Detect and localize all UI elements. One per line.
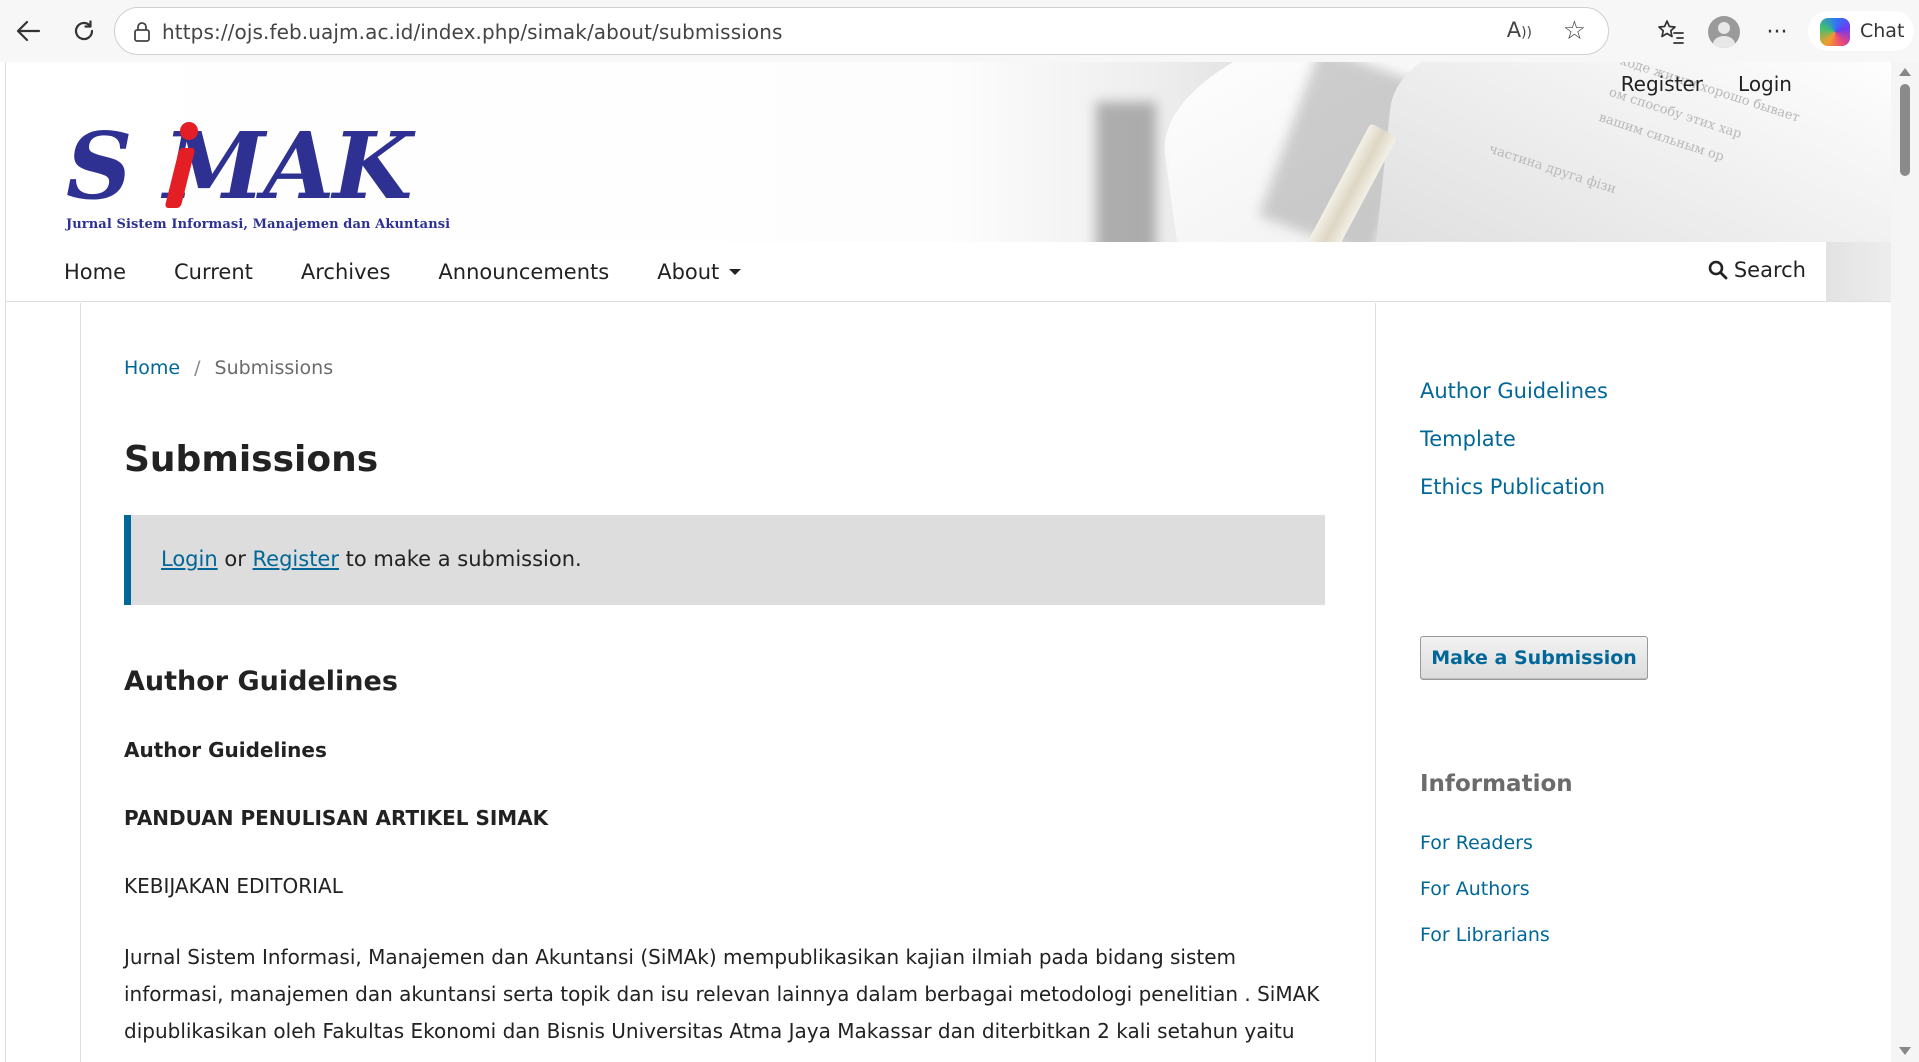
primary-nav: Home Current Archives Announcements Abou… <box>64 242 1826 301</box>
writing-guide-heading: PANDUAN PENULISAN ARTIKEL SIMAK <box>124 806 549 830</box>
page-title: Submissions <box>124 439 379 480</box>
lock-icon[interactable] <box>133 22 151 46</box>
notice-rest: to make a submission. <box>345 547 582 571</box>
register-link[interactable]: Register <box>1621 72 1703 96</box>
web-page: ходе жизни хорошо бывает ом способу этих… <box>5 62 1891 1062</box>
information-heading: Information <box>1420 771 1573 797</box>
scrollbar-thumb[interactable] <box>1900 84 1910 176</box>
profile-avatar-icon[interactable] <box>1707 15 1741 49</box>
copilot-chat-button[interactable]: Chat <box>1808 11 1914 51</box>
breadcrumb-current: Submissions <box>214 357 334 379</box>
favorite-star-icon[interactable]: ☆ <box>1563 16 1586 46</box>
breadcrumb: Home / Submissions <box>124 357 333 379</box>
logo-i-dot <box>180 122 198 140</box>
logo-tagline: Jurnal Sistem Informasi, Manajemen dan A… <box>66 217 451 232</box>
sidebar-link-template[interactable]: Template <box>1420 427 1516 451</box>
browser-toolbar: https://ojs.feb.uajm.ac.id/index.php/sim… <box>0 0 1919 62</box>
notice-register-link[interactable]: Register <box>253 547 339 571</box>
nav-current[interactable]: Current <box>174 260 253 284</box>
notice-or: or <box>224 547 246 571</box>
search-label: Search <box>1733 258 1806 282</box>
reload-icon[interactable] <box>66 13 102 49</box>
chat-label: Chat <box>1860 20 1905 42</box>
nav-home[interactable]: Home <box>64 260 126 284</box>
main-content: Home / Submissions Submissions Login or … <box>80 303 1376 1062</box>
search-link[interactable]: Search <box>1708 258 1806 282</box>
sidebar-link-ethics-publication[interactable]: Ethics Publication <box>1420 475 1605 499</box>
caret-down-icon <box>729 269 742 275</box>
nav-announcements[interactable]: Announcements <box>438 260 609 284</box>
author-guidelines-heading: Author Guidelines <box>124 666 398 697</box>
editorial-policy-paragraph: Jurnal Sistem Informasi, Manajemen dan A… <box>124 945 1320 1043</box>
info-link-readers[interactable]: For Readers <box>1420 832 1533 854</box>
breadcrumb-home[interactable]: Home <box>124 357 180 379</box>
back-arrow-icon[interactable] <box>10 13 46 49</box>
nav-about[interactable]: About <box>657 260 742 284</box>
login-link[interactable]: Login <box>1738 72 1792 96</box>
notice-text: Login or Register to make a submission. <box>161 547 582 571</box>
copilot-icon <box>1820 18 1850 46</box>
nav-archives[interactable]: Archives <box>301 260 391 284</box>
favorites-icon[interactable] <box>1654 15 1688 49</box>
logo-wordmark: SiMAK <box>66 112 413 220</box>
author-guidelines-subheading: Author Guidelines <box>124 738 327 762</box>
info-link-librarians[interactable]: For Librarians <box>1420 924 1550 946</box>
scroll-down-arrow-icon[interactable] <box>1899 1047 1911 1055</box>
editorial-policy-heading: KEBIJAKAN EDITORIAL <box>124 874 343 898</box>
more-options-icon[interactable]: ··· <box>1760 15 1794 49</box>
submission-notice: Login or Register to make a submission. <box>124 515 1325 605</box>
site-logo[interactable]: SiMAK Jurnal Sistem Informasi, Manajemen… <box>64 112 454 232</box>
user-nav: Register Login <box>1621 72 1792 96</box>
sidebar: Author Guidelines Template Ethics Public… <box>1377 303 1877 1062</box>
page-scrollbar[interactable] <box>1891 62 1919 1062</box>
breadcrumb-separator: / <box>194 357 201 379</box>
info-link-authors[interactable]: For Authors <box>1420 878 1530 900</box>
search-icon <box>1708 260 1728 280</box>
sidebar-link-author-guidelines[interactable]: Author Guidelines <box>1420 379 1608 403</box>
site-header: ходе жизни хорошо бывает ом способу этих… <box>6 62 1891 302</box>
scroll-up-arrow-icon[interactable] <box>1899 68 1911 76</box>
notice-login-link[interactable]: Login <box>161 547 218 571</box>
read-aloud-icon[interactable]: A)) <box>1507 18 1532 42</box>
address-bar[interactable]: https://ojs.feb.uajm.ac.id/index.php/sim… <box>114 7 1609 55</box>
nav-about-label: About <box>657 260 720 284</box>
make-submission-button[interactable]: Make a Submission <box>1420 636 1648 680</box>
url-text[interactable]: https://ojs.feb.uajm.ac.id/index.php/sim… <box>162 20 783 44</box>
